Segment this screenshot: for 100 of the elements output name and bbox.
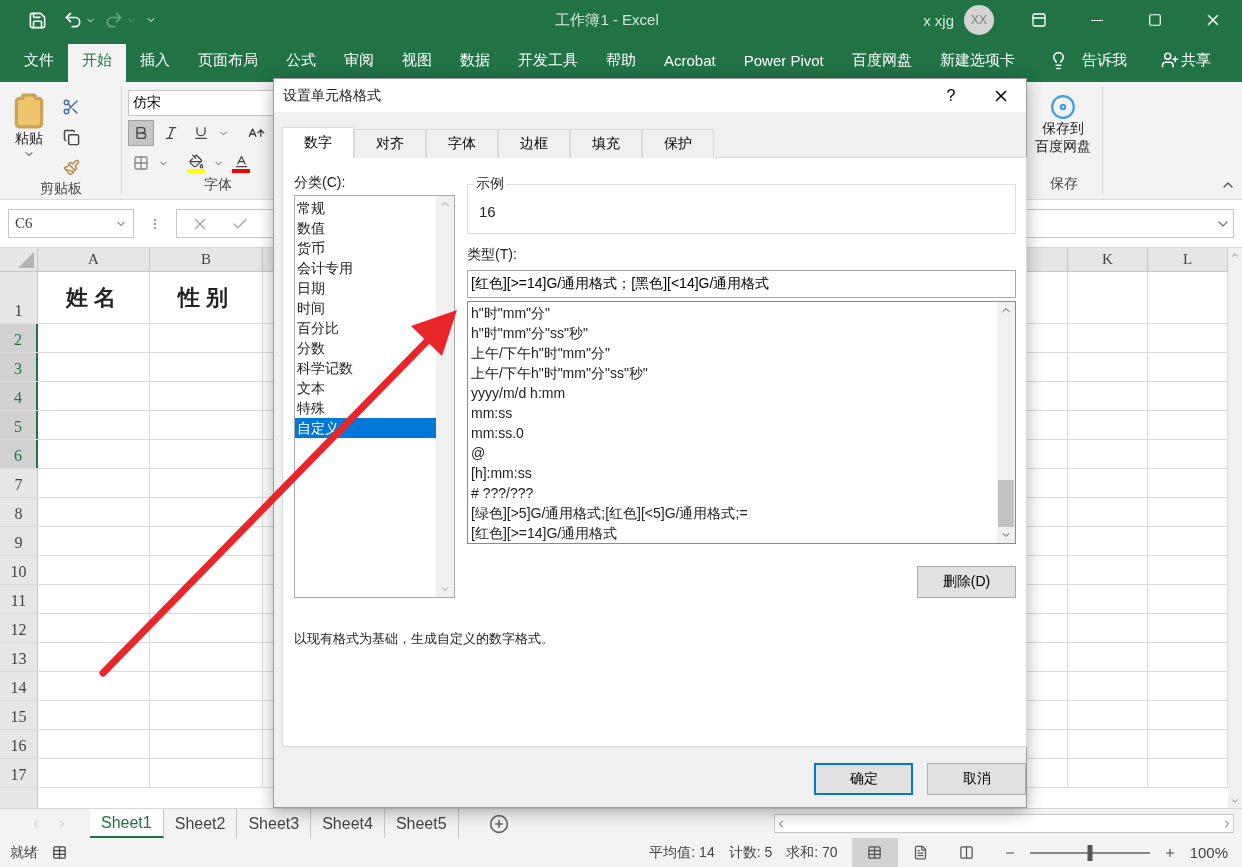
format-item[interactable]: [绿色][>5]G/通用格式;[红色][<5]G/通用格式;= — [468, 503, 997, 523]
row-header[interactable]: 15 — [0, 701, 38, 729]
ribbon-tab[interactable]: Acrobat — [650, 44, 730, 82]
scroll-thumb[interactable] — [998, 480, 1014, 527]
category-item[interactable]: 常规 — [295, 198, 327, 218]
save-to-cloud-button[interactable]: 保存到 百度网盘 — [1031, 90, 1095, 175]
format-item[interactable]: yyyy/m/d h:mm — [468, 383, 997, 403]
ribbon-tab[interactable]: 数据 — [446, 44, 504, 82]
ribbon-tab[interactable]: 公式 — [272, 44, 330, 82]
ok-button[interactable]: 确定 — [814, 763, 913, 795]
status-text: 就绪 — [10, 843, 38, 862]
vertical-scrollbar[interactable] — [1228, 248, 1242, 808]
format-item[interactable]: [h]:mm:ss — [468, 463, 997, 483]
underline-icon — [193, 125, 209, 141]
undo-icon — [63, 10, 83, 30]
category-item[interactable]: 日期 — [295, 278, 327, 298]
row-header[interactable]: 9 — [0, 527, 38, 555]
category-item[interactable]: 分数 — [295, 338, 327, 358]
column-header[interactable]: B — [150, 248, 263, 271]
row-header[interactable]: 13 — [0, 643, 38, 671]
row-header[interactable]: 7 — [0, 469, 38, 497]
type-label: 类型(T): — [467, 246, 518, 264]
bold-button[interactable] — [128, 120, 154, 146]
ribbon-tab[interactable]: 新建选项卡 — [925, 44, 1029, 82]
scroll-up-icon — [1230, 250, 1240, 260]
list-scrollbar[interactable] — [436, 196, 454, 597]
category-item[interactable]: 时间 — [295, 298, 327, 318]
format-item[interactable]: # ???/??? — [468, 483, 997, 503]
paste-button[interactable]: 粘贴 — [6, 90, 52, 180]
color-swatch — [232, 168, 250, 173]
dialog-tab[interactable]: 对齐 — [354, 129, 426, 158]
description-text: 以现有格式为基础，生成自定义的数字格式。 — [294, 630, 555, 648]
category-item[interactable]: 科学记数 — [295, 358, 355, 378]
category-item[interactable]: 货币 — [295, 238, 327, 258]
row-header[interactable]: 4 — [0, 382, 38, 410]
type-field[interactable]: [红色][>=14]G/通用格式；[黑色][<14]G/通用格式 — [467, 270, 1016, 298]
cancel-button[interactable]: 取消 — [927, 763, 1026, 795]
format-item[interactable]: mm:ss.0 — [468, 423, 997, 443]
column-header[interactable]: A — [38, 248, 150, 271]
row-header[interactable]: 3 — [0, 353, 38, 381]
format-item[interactable]: 上午/下午h"时"mm"分"ss"秒" — [468, 363, 997, 383]
format-item[interactable]: h"时"mm"分"ss"秒" — [468, 323, 997, 343]
horizontal-scrollbar[interactable] — [774, 814, 1234, 833]
share-button[interactable]: 共享 — [1136, 44, 1221, 82]
dialog-tab[interactable]: 字体 — [426, 129, 498, 158]
window-title: 工作簿1 - Excel — [554, 10, 660, 30]
category-item[interactable]: 特殊 — [295, 398, 327, 418]
category-item[interactable]: 数值 — [295, 218, 327, 238]
group-label: 保存 — [1049, 175, 1078, 193]
format-item[interactable]: mm:ss — [468, 403, 997, 423]
format-item[interactable]: 上午/下午h"时"mm"分" — [468, 343, 997, 363]
row-header[interactable]: 6 — [0, 440, 38, 468]
font-color-icon — [233, 153, 249, 169]
row-header[interactable]: 17 — [0, 759, 38, 787]
ribbon-tab[interactable]: 审阅 — [330, 44, 388, 82]
scroll-down-icon — [1230, 796, 1240, 806]
ribbon-tab[interactable]: 开始 — [68, 44, 126, 82]
row-header[interactable]: 2 — [0, 324, 38, 352]
row-header[interactable]: 5 — [0, 411, 38, 439]
ribbon-tab[interactable]: 开发工具 — [504, 44, 592, 82]
format-item[interactable]: h"时"mm"分" — [468, 303, 997, 323]
ribbon-tab[interactable]: 帮助 — [592, 44, 650, 82]
category-item[interactable]: 会计专用 — [295, 258, 355, 278]
dialog-tab[interactable]: 边框 — [498, 129, 570, 158]
zoom-thumb[interactable] — [1087, 844, 1093, 861]
ribbon-tab[interactable]: 百度网盘 — [837, 44, 926, 82]
row-header[interactable]: 10 — [0, 556, 38, 584]
row-header[interactable]: 8 — [0, 498, 38, 526]
ribbon-tab[interactable]: 插入 — [126, 44, 184, 82]
row-header[interactable]: 12 — [0, 614, 38, 642]
help-button[interactable]: ? — [926, 80, 976, 111]
dialog-tab[interactable]: 填充 — [570, 129, 642, 158]
delete-button[interactable]: 删除(D) — [917, 566, 1016, 598]
zoom-in-icon[interactable] — [1163, 846, 1176, 859]
dialog-tab[interactable]: 数字 — [282, 127, 354, 158]
category-item[interactable]: 文本 — [295, 378, 327, 398]
sheet-tab[interactable]: Sheet1 — [90, 809, 164, 838]
ribbon-tab[interactable]: 视图 — [388, 44, 446, 82]
format-list[interactable]: h"时"mm"分" h"时"mm"分"ss"秒" 上午/下午h"时"mm"分" 上午/下午h"时"mm"分"ss"秒" yyyy/m/d h:mm mm:ss mm:ss.0 @ [h]:mm:ss # ???/??? [绿色][>5]G/通用格式;[红色][<5]G/通用格式;= [红色][>=14]G/通用格式 — [467, 301, 1016, 544]
bold-icon — [133, 125, 149, 141]
column-header[interactable]: K — [1068, 248, 1148, 271]
ribbon-tab[interactable]: Power Pivot — [729, 44, 838, 82]
ribbon-tab[interactable]: 文件 — [10, 44, 68, 82]
name-box[interactable]: C6 — [8, 209, 134, 238]
category-label: 分类(C): — [294, 174, 347, 192]
add-sheet-icon[interactable] — [488, 813, 509, 834]
list-scrollbar[interactable] — [997, 302, 1015, 543]
category-item[interactable]: 百分比 — [295, 318, 341, 338]
view-button[interactable] — [851, 838, 898, 867]
row-header[interactable]: 14 — [0, 672, 38, 700]
row-header[interactable]: 1 — [0, 272, 38, 323]
row-header[interactable]: 16 — [0, 730, 38, 758]
row-header[interactable]: 11 — [0, 585, 38, 613]
dialog-tab[interactable]: 保护 — [642, 129, 714, 158]
tell-me-button[interactable]: 告诉我 — [1028, 44, 1137, 82]
window-icon — [1031, 12, 1047, 28]
ribbon-tab[interactable]: 页面布局 — [184, 44, 272, 82]
format-item[interactable]: @ — [468, 443, 997, 463]
format-item[interactable]: [红色][>=14]G/通用格式 — [468, 523, 997, 543]
copy-icon — [62, 128, 80, 146]
